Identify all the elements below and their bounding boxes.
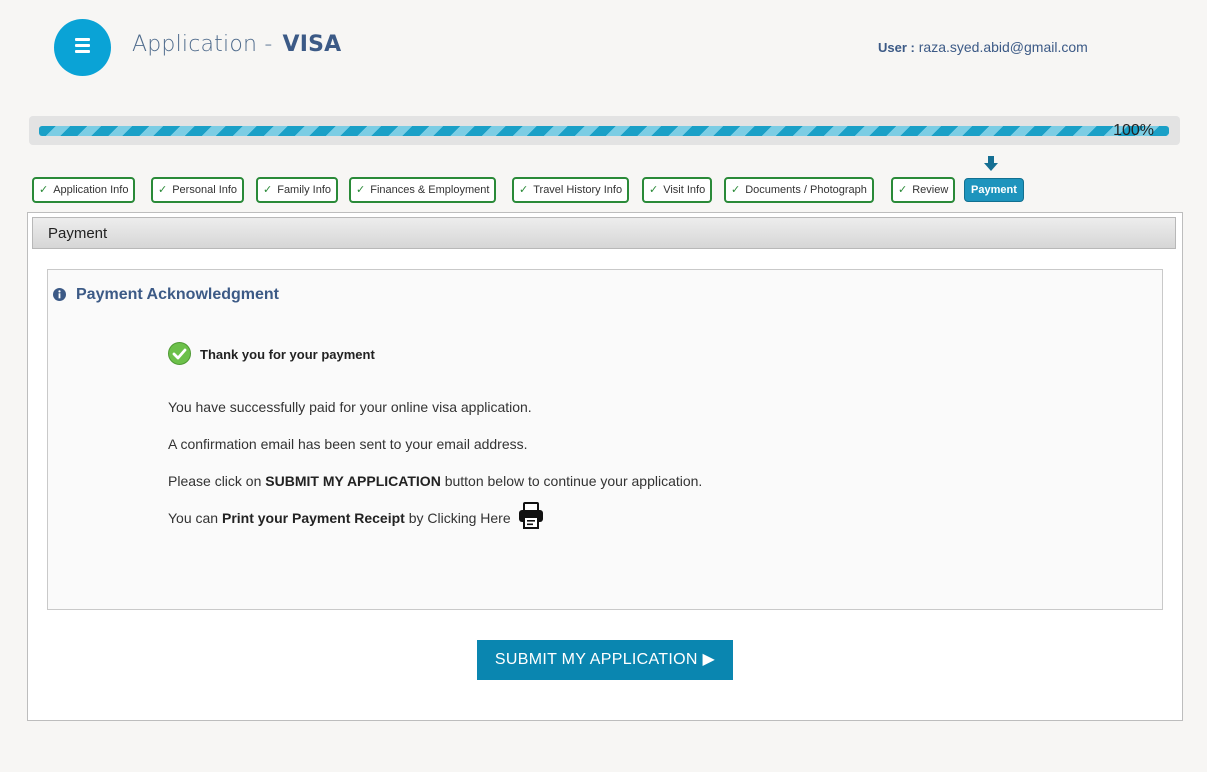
- step-application-info[interactable]: ✓ Application Info: [32, 177, 136, 203]
- step-review[interactable]: ✓ Review: [891, 177, 956, 203]
- step-documents-photograph[interactable]: ✓ Documents / Photograph: [724, 177, 874, 203]
- page-title: Application - VISA: [132, 32, 341, 57]
- step-label: Finances & Employment: [370, 184, 490, 196]
- print-bold: Print your Payment Receipt: [221, 510, 405, 526]
- step-payment[interactable]: Payment: [964, 178, 1024, 202]
- paid-message: You have successfully paid for your onli…: [168, 399, 532, 415]
- submit-instruction: Please click on SUBMIT MY APPLICATION bu…: [168, 473, 702, 489]
- step-label: Family Info: [277, 184, 332, 196]
- instruction-text: button below to continue your applicatio…: [440, 473, 703, 489]
- progress-bar-container: 100%: [29, 116, 1180, 145]
- step-label: Travel History Info: [533, 184, 623, 196]
- printer-icon[interactable]: [518, 502, 544, 530]
- success-check-icon: [168, 342, 191, 365]
- print-text: You can: [168, 510, 222, 526]
- info-icon: [53, 288, 66, 301]
- progress-bar-fill: [39, 126, 1169, 136]
- check-icon: ✓: [39, 184, 49, 196]
- user-info: User : raza.syed.abid@gmail.com: [878, 39, 1088, 55]
- page-header: Application - VISA User : raza.syed.abid@…: [0, 0, 1207, 100]
- thanks-message: Thank you for your payment: [200, 347, 375, 362]
- panel-title: Payment: [32, 217, 1176, 249]
- check-icon: ✓: [158, 184, 168, 196]
- print-receipt-line: You can Print your Payment Receipt by Cl…: [168, 510, 511, 526]
- check-icon: ✓: [263, 184, 273, 196]
- step-label: Documents / Photograph: [745, 184, 867, 196]
- current-step-arrow-icon: [984, 156, 998, 171]
- check-icon: ✓: [898, 184, 908, 196]
- step-label: Payment: [971, 184, 1017, 196]
- payment-panel: Payment Payment Acknowledgment Thank you…: [27, 212, 1183, 721]
- step-finances-employment[interactable]: ✓ Finances & Employment: [349, 177, 497, 203]
- progress-label: 100%: [1113, 122, 1154, 139]
- step-label: Application Info: [53, 184, 129, 196]
- check-icon: ✓: [649, 184, 659, 196]
- print-text: by Clicking Here: [404, 510, 511, 526]
- instruction-bold: SUBMIT MY APPLICATION: [265, 473, 441, 489]
- acknowledgment-title: Payment Acknowledgment: [76, 286, 280, 303]
- submit-application-button[interactable]: SUBMIT MY APPLICATION ▶: [477, 640, 733, 680]
- check-icon: ✓: [519, 184, 529, 196]
- acknowledgment-box: Payment Acknowledgment Thank you for you…: [47, 269, 1163, 610]
- step-personal-info[interactable]: ✓ Personal Info: [151, 177, 245, 203]
- step-travel-history-info[interactable]: ✓ Travel History Info: [512, 177, 630, 203]
- confirmation-message: A confirmation email has been sent to yo…: [168, 436, 528, 452]
- step-label: Visit Info: [663, 184, 706, 196]
- title-strong: VISA: [282, 32, 342, 57]
- check-icon: ✓: [731, 184, 741, 196]
- step-visit-info[interactable]: ✓ Visit Info: [642, 177, 713, 203]
- step-label: Personal Info: [172, 184, 238, 196]
- user-email: raza.syed.abid@gmail.com: [918, 39, 1088, 55]
- step-label: Review: [912, 184, 949, 196]
- hamburger-menu-icon[interactable]: [54, 19, 111, 76]
- title-prefix: Application -: [132, 32, 273, 57]
- instruction-text: Please click on: [168, 473, 266, 489]
- step-family-info[interactable]: ✓ Family Info: [256, 177, 339, 203]
- user-label: User :: [878, 40, 915, 55]
- check-icon: ✓: [356, 184, 366, 196]
